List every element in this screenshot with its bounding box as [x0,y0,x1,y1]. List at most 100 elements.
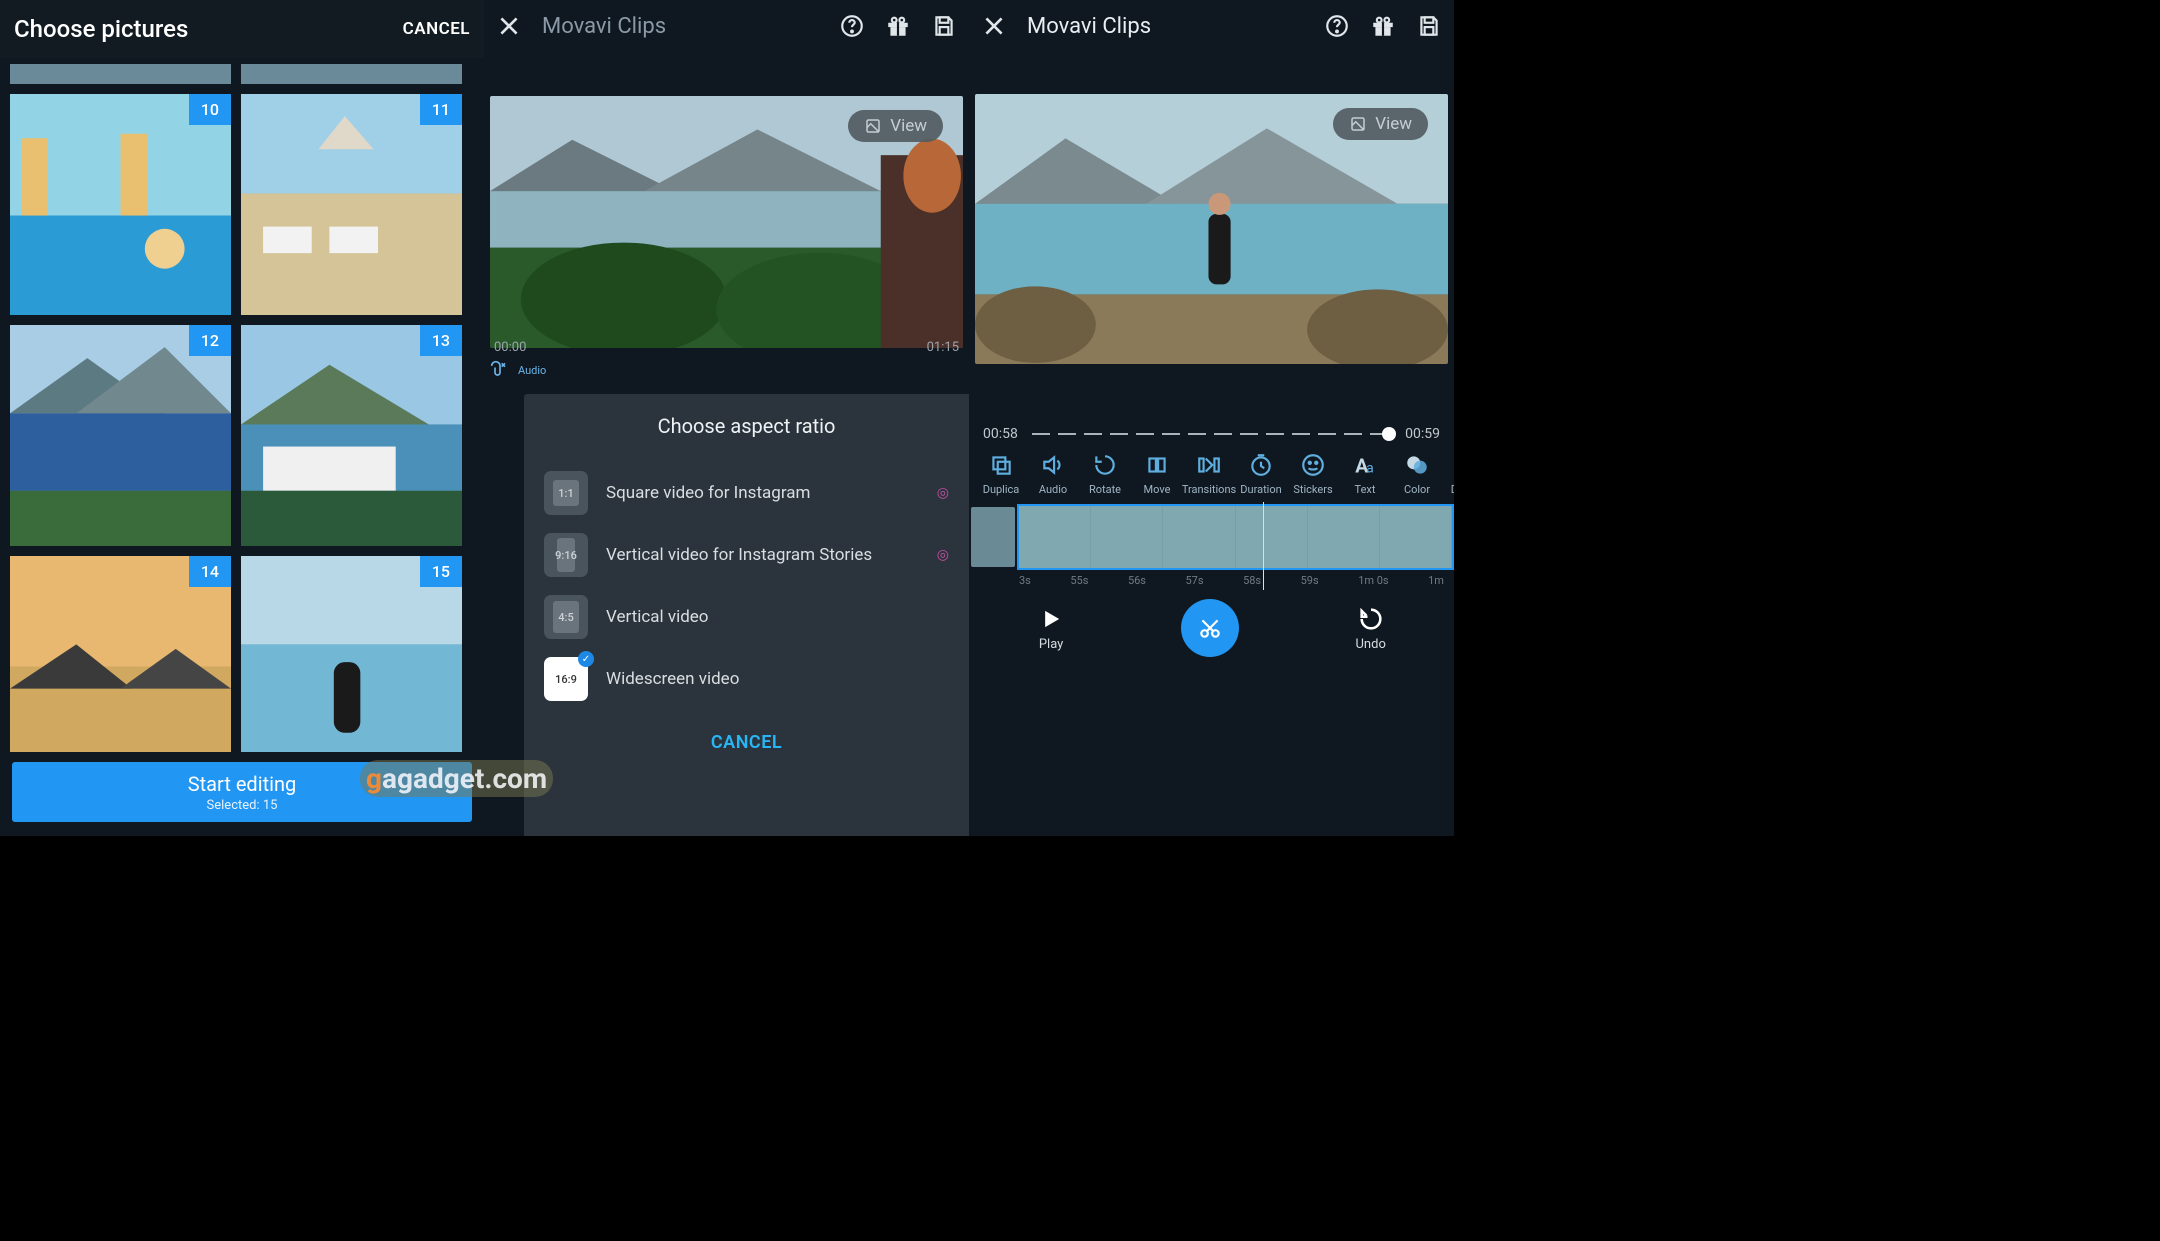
help-icon[interactable] [839,13,865,39]
preview: View [490,96,963,348]
play-label: Play [1039,637,1064,652]
dialog-cancel-button[interactable]: CANCEL [542,710,951,773]
tool-label: Stickers [1293,483,1332,496]
picker-title: Choose pictures [14,15,188,43]
dialog-title: Choose aspect ratio [542,414,951,438]
undo-button[interactable]: Undo [1356,605,1386,652]
app-title: Movavi Clips [1027,14,1304,39]
cut-fab-button[interactable] [1181,599,1239,657]
thumb-badge: 12 [189,325,231,356]
ratio-label: Square video for Instagram [606,483,919,503]
tool-stickers[interactable]: Stickers [1287,452,1339,496]
aspect-ratio-dialog: Choose aspect ratio 1:1 Square video for… [524,394,969,836]
tool-audio-hint: Audio [518,364,546,377]
tool-duration[interactable]: Duration [1235,452,1287,496]
instagram-icon: ◎ [937,485,949,501]
tick: 57s [1186,574,1204,587]
picker-screen: Choose pictures CANCEL 10 11 12 13 14 15 [0,0,484,836]
tool-duplicate-2[interactable]: Duplica [1443,452,1454,496]
app-title: Movavi Clips [542,14,819,39]
tick: 56s [1128,574,1146,587]
time-total: 00:59 [1405,426,1440,442]
ratio-option-selected[interactable]: 16:9 ✓ Widescreen video [542,648,951,710]
save-icon[interactable] [931,13,957,39]
thumb-cropped[interactable] [10,64,231,84]
ratio-text: 4:5 [558,611,573,624]
tool-label: Audio [1039,483,1067,496]
time-left: 00:00 [494,340,526,355]
ratio-option[interactable]: 9:16 Vertical video for Instagram Storie… [542,524,951,586]
start-label: Start editing [188,772,297,796]
ratio-label: Widescreen video [606,669,949,689]
thumb[interactable]: 14 [10,556,231,752]
instagram-icon: ◎ [937,547,949,563]
time-current: 00:58 [983,426,1018,442]
thumb[interactable]: 10 [10,94,231,315]
check-icon: ✓ [578,651,594,667]
tick: 59s [1301,574,1319,587]
tick: 1m [1428,574,1444,587]
time-scrubber[interactable] [1032,433,1391,435]
tool-label: Move [1144,483,1171,496]
time-right: 01:15 [927,340,959,355]
aspect-ratio-screen: Movavi Clips View 00:00 01: [484,0,969,836]
ratio-text: 9:16 [555,549,577,562]
editor-screen: Movavi Clips View 00:58 [969,0,1454,836]
tick: 55s [1070,574,1088,587]
tool-label: Color [1404,483,1430,496]
tool-rotate[interactable]: Rotate [1079,452,1131,496]
thumb-badge: 10 [189,94,231,125]
tick: 3s [1019,574,1031,587]
view-button[interactable]: View [848,110,943,142]
tool-text[interactable]: Aa Text [1339,452,1391,496]
tool-label: Text [1355,483,1376,496]
tool-move[interactable]: Move [1131,452,1183,496]
timeline[interactable] [969,504,1454,570]
preview: View [975,94,1448,364]
ratio-option[interactable]: 1:1 Square video for Instagram ◎ [542,462,951,524]
thumb-badge: 13 [420,325,462,356]
gift-icon[interactable] [885,13,911,39]
selected-count: Selected: 15 [207,798,278,813]
picker-cancel-button[interactable]: CANCEL [403,19,470,39]
play-button[interactable]: Play [1037,605,1065,652]
tick: 1m 0s [1358,574,1388,587]
scrubber-handle[interactable] [1382,427,1396,441]
thumb-badge: 14 [189,556,231,587]
help-icon[interactable] [1324,13,1350,39]
tool-row: Duplica Audio Rotate Move Transitions Du… [969,442,1454,496]
thumb[interactable]: 11 [241,94,462,315]
thumb-badge: 15 [420,556,462,587]
close-icon[interactable] [981,13,1007,39]
tool-transitions[interactable]: Transitions [1183,452,1235,496]
gift-icon[interactable] [1370,13,1396,39]
ratio-option[interactable]: 4:5 Vertical video [542,586,951,648]
tool-label: Duplica [983,483,1020,496]
view-button[interactable]: View [1333,108,1428,140]
tool-audio[interactable]: Audio [1027,452,1079,496]
save-icon[interactable] [1416,13,1442,39]
tool-label: Rotate [1089,483,1121,496]
close-icon[interactable] [496,13,522,39]
thumb[interactable]: 13 [241,325,462,546]
thumb-badge: 11 [420,94,462,125]
tool-duplicate[interactable]: Duplica [975,452,1027,496]
playhead[interactable] [1263,502,1264,590]
view-label: View [1375,114,1412,134]
ratio-label: Vertical video for Instagram Stories [606,545,919,565]
ratio-label: Vertical video [606,607,949,627]
thumb[interactable]: 12 [10,325,231,546]
thumb[interactable]: 15 [241,556,462,752]
timeline-ticks: 3s 55s 56s 57s 58s 59s 1m 0s 1m [969,570,1454,587]
clip-thumb-lead[interactable] [971,507,1015,567]
thumb-cropped[interactable] [241,64,462,84]
view-label: View [890,116,927,136]
ratio-text: 16:9 [555,673,577,686]
ratio-text: 1:1 [558,487,573,500]
clip-selected[interactable] [1017,504,1454,570]
tool-color[interactable]: Color [1391,452,1443,496]
watermark: gagadget.com [360,760,553,797]
svg-text:a: a [1366,461,1374,477]
tick: 58s [1243,574,1261,587]
tool-label: Transitions [1182,483,1236,496]
